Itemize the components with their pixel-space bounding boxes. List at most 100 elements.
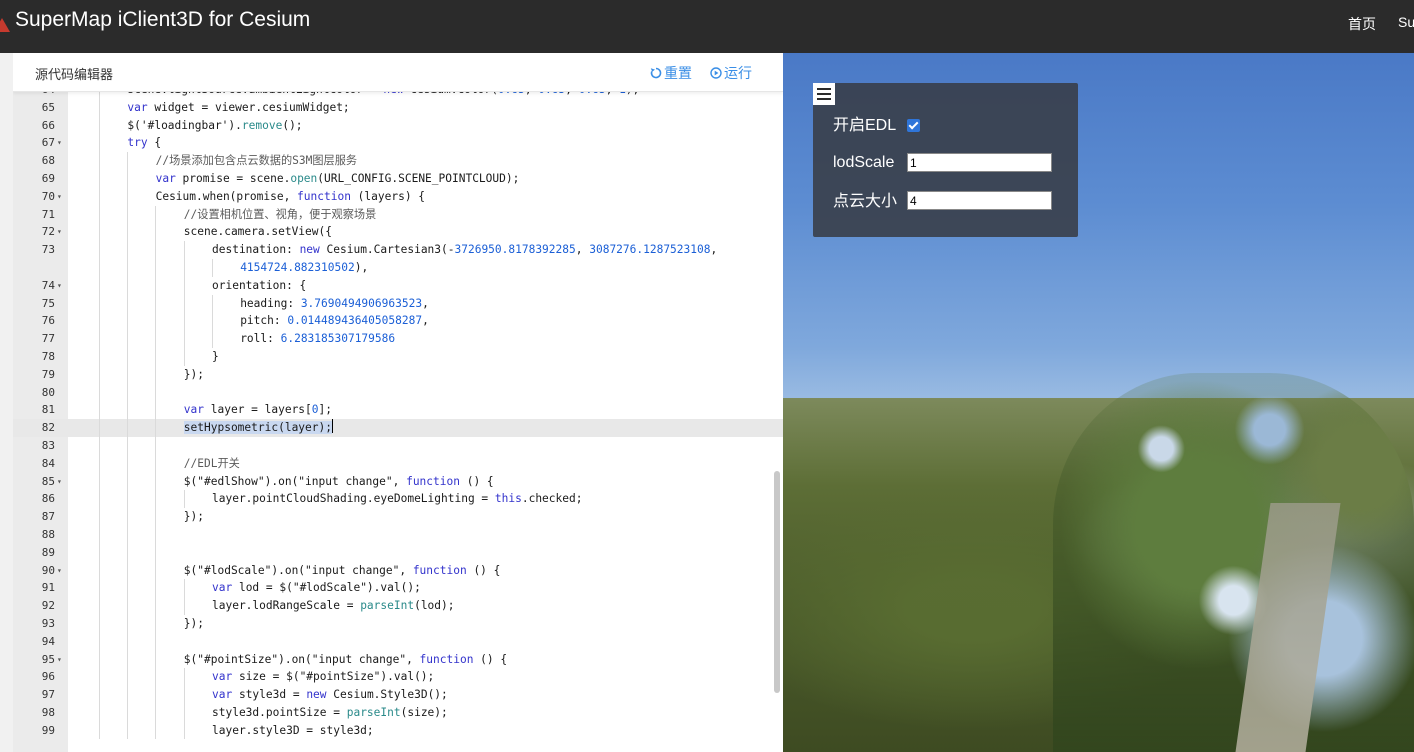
code-text: //设置相机位置、视角，便于观察场景 [183,207,377,221]
run-label: 运行 [724,65,752,81]
code-line[interactable]: 94 [13,632,783,651]
code-text: var widget = viewer.cesiumWidget; [127,100,350,114]
line-number: 68 [41,154,55,168]
code-line[interactable]: 86 layer.pointCloudShading.eyeDomeLightin… [13,490,783,509]
code-text: layer.pointCloudShading.eyeDomeLighting … [212,492,583,506]
line-number: 71 [41,207,55,221]
code-line[interactable]: 95 ▾ $("#pointSize").on("input change", fu… [13,650,783,669]
code-line[interactable]: 66 $('#loadingbar').remove(); [13,116,783,135]
code-line[interactable]: 85 ▾ $("#edlShow").on("input change", func… [13,472,783,491]
3d-scene-viewer[interactable]: 开启EDL lodScale 点云大小 [783,53,1414,752]
code-line[interactable]: 97 var style3d = new Cesium.Style3D(); [13,686,783,704]
code-line[interactable]: 89 [13,543,783,562]
code-line[interactable]: 4154724.882310502), [13,258,783,277]
code-text: var promise = scene.open(URL_CONFIG.SCEN… [155,171,520,185]
code-text: }); [183,510,205,524]
fold-arrow-icon[interactable]: ▾ [57,223,62,241]
fold-arrow-icon[interactable]: ▾ [57,651,62,669]
code-line[interactable]: 82 setHypsometric(layer); [13,419,783,437]
code-text: 4154724.882310502), [240,260,369,274]
code-line[interactable]: 77 roll: 6.283185307179586 [13,330,783,348]
line-number: 88 [41,527,55,541]
code-line[interactable]: 92 layer.lodRangeScale = parseInt(lod); [13,597,783,615]
app-title: SuperMap iClient3D for Cesium [15,8,311,31]
lod-scale-input[interactable] [907,153,1052,172]
code-line[interactable]: 93}); [13,614,783,633]
point-size-input[interactable] [907,191,1052,210]
lod-label: lodScale [833,154,895,171]
line-number: 96 [41,670,55,684]
edl-row: 开启EDL [833,116,896,136]
line-number: 86 [41,492,55,506]
code-text: orientation: { [212,278,307,292]
line-number: 95 [41,652,55,666]
code-line[interactable]: 88 [13,525,783,544]
code-line[interactable]: 78} [13,347,783,366]
code-line[interactable]: 81 var layer = layers[0]; [13,401,783,420]
refresh-icon [650,67,662,79]
code-line[interactable]: 90 ▾ $("#lodScale").on("input change", fun… [13,561,783,580]
point-size-row: 点云大小 [833,192,897,212]
code-text: roll: 6.283185307179586 [240,332,396,346]
line-number: 76 [41,314,55,328]
code-line[interactable]: 65 var widget = viewer.cesiumWidget; [13,98,783,117]
code-line[interactable]: 79}); [13,365,783,384]
code-line[interactable]: 96 var size = $("#pointSize").val(); [13,668,783,687]
line-number: 78 [41,349,55,363]
code-text: Cesium.when(promise, function (layers) { [155,189,426,203]
code-line[interactable]: 76 pitch: 0.014489436405058287, [13,312,783,331]
code-line[interactable]: 80 [13,383,783,402]
run-button[interactable]: 运行 [710,63,752,83]
reset-label: 重置 [664,65,692,81]
code-text: heading: 3.7690494906963523, [240,296,429,310]
line-number: 87 [41,510,55,524]
fold-arrow-icon[interactable]: ▾ [57,134,62,152]
code-line[interactable]: 70 ▾ Cesium.when(promise, function (layers… [13,187,783,206]
code-text: //场景添加包含点云数据的S3M图层服务 [155,154,358,168]
code-line[interactable]: 72 ▾ scene.camera.setView({ [13,223,783,242]
edl-checkbox[interactable] [907,119,920,132]
code-line[interactable]: 75 heading: 3.7690494906963523, [13,294,783,313]
code-line[interactable]: 67 ▾ try { [13,134,783,153]
code-line[interactable]: 74 ▾ orientation: { [13,276,783,295]
fold-arrow-icon[interactable]: ▾ [57,188,62,206]
nav-home-link[interactable]: 首页 [1348,14,1376,34]
line-number: 83 [41,438,55,452]
line-number: 84 [41,456,55,470]
code-line[interactable]: 87}); [13,508,783,526]
fold-arrow-icon[interactable]: ▾ [57,562,62,580]
code-editor[interactable]: 64scene.lightSource.ambientLightColor = … [13,53,783,752]
line-number: 92 [41,599,55,613]
line-number: 93 [41,616,55,630]
code-line[interactable]: 71 //设置相机位置、视角，便于观察场景 [13,205,783,224]
code-line[interactable]: 99 layer.style3D = style3d; [13,721,783,740]
code-line[interactable]: 98 style3d.pointSize = parseInt(size); [13,703,783,722]
fold-arrow-icon[interactable]: ▾ [57,473,62,491]
line-number: 70 [41,189,55,203]
code-line[interactable]: 91 var lod = $("#lodScale").val(); [13,579,783,598]
fold-arrow-icon[interactable]: ▾ [57,277,62,295]
code-text: $("#pointSize").on("input change", funct… [183,652,508,666]
code-text: var style3d = new Cesium.Style3D(); [212,688,448,702]
code-text: try { [127,136,162,150]
line-number: 81 [41,403,55,417]
line-number: 77 [41,332,55,346]
menu-icon[interactable] [813,83,835,105]
code-line[interactable]: 69 var promise = scene.open(URL_CONFIG.SC… [13,169,783,188]
line-number: 82 [41,421,55,435]
code-text: }); [183,616,205,630]
editor-scrollbar[interactable] [774,471,780,693]
code-line[interactable]: 68 //场景添加包含点云数据的S3M图层服务 [13,152,783,170]
line-number: 89 [41,545,55,559]
reset-button[interactable]: 重置 [650,63,692,83]
code-line[interactable]: 83 [13,436,783,455]
code-lines[interactable]: 64scene.lightSource.ambientLightColor = … [13,81,783,740]
settings-panel: 开启EDL lodScale 点云大小 [813,83,1078,237]
line-number: 80 [41,385,55,399]
lod-row: lodScale [833,153,894,173]
code-line[interactable]: 73 destination: new Cesium.Cartesian3(-37… [13,241,783,259]
code-text: style3d.pointSize = parseInt(size); [212,705,448,719]
code-line[interactable]: 84 //EDL开关 [13,454,783,473]
line-number: 67 [41,136,55,150]
nav-link-truncated[interactable]: Su [1398,14,1414,34]
